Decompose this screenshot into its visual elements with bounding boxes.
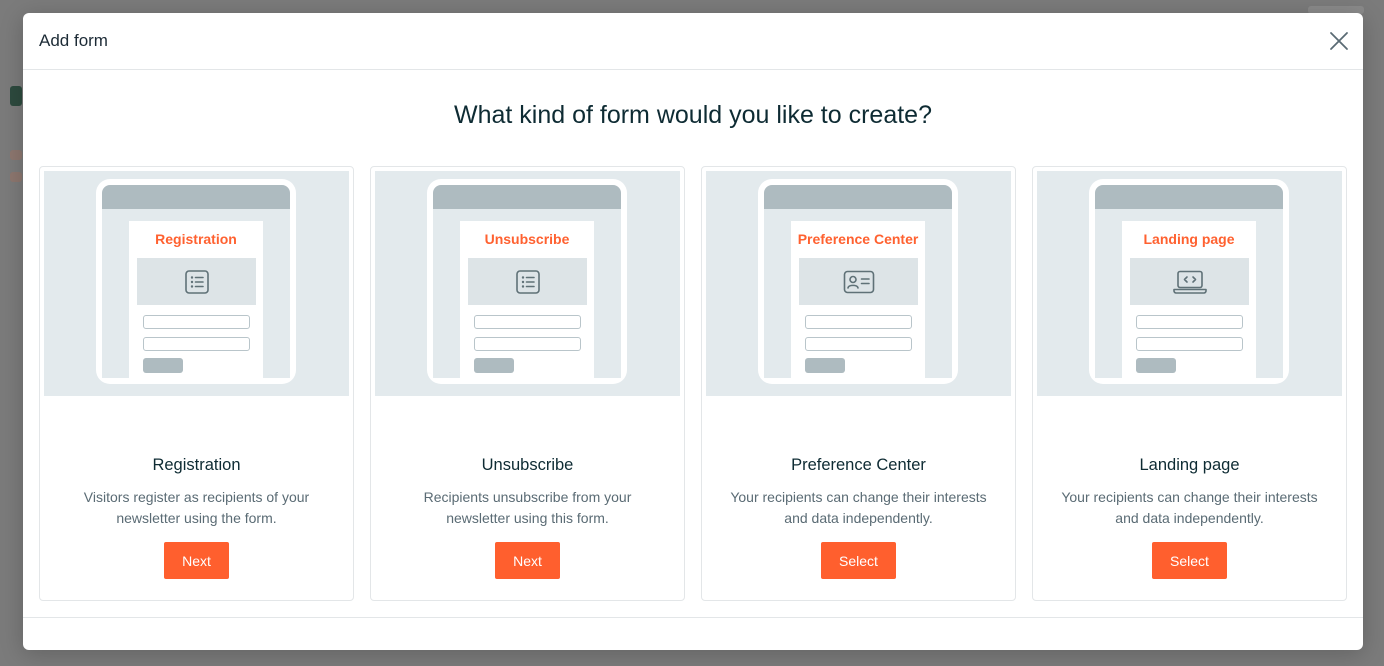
background-app-hint <box>10 86 22 106</box>
form-preview-field <box>1136 337 1243 351</box>
add-form-modal: Add form What kind of form would you lik… <box>23 13 1363 650</box>
form-preview-image <box>799 258 918 305</box>
device-frame: Registration <box>96 179 296 384</box>
form-preview-image <box>1130 258 1249 305</box>
modal-header: Add form <box>23 13 1363 70</box>
card-illustration: Registration <box>44 171 349 396</box>
modal-title: Add form <box>39 31 108 50</box>
form-type-card-unsubscribe[interactable]: Unsubscribe Unsubscribe Recipients unsub… <box>370 166 685 601</box>
list-icon <box>185 270 209 294</box>
preference-center-select-button[interactable]: Select <box>821 542 896 579</box>
form-preview-title: Registration <box>155 231 237 247</box>
card-illustration: Unsubscribe <box>375 171 680 396</box>
form-preview-field <box>143 337 250 351</box>
card-title: Landing page <box>1139 456 1240 474</box>
card-description: Recipients unsubscribe from your newslet… <box>423 489 632 526</box>
form-preview-title: Unsubscribe <box>484 231 570 247</box>
device-screen: Landing page <box>1095 209 1283 378</box>
close-button[interactable] <box>1327 29 1351 53</box>
laptop-code-icon <box>1173 270 1207 294</box>
form-type-card-registration[interactable]: Registration Registration Visitors regis… <box>39 166 354 601</box>
card-description: Your recipients can change their interes… <box>730 489 987 526</box>
form-preview-button <box>474 358 514 373</box>
device-top-bar <box>102 185 290 209</box>
device-frame: Unsubscribe <box>427 179 627 384</box>
form-preview-field <box>474 315 581 329</box>
contact-card-icon <box>843 270 875 294</box>
form-type-card-landing-page[interactable]: Landing page Landing page Your recipient… <box>1032 166 1347 601</box>
registration-next-button[interactable]: Next <box>164 542 229 579</box>
form-preview-title: Landing page <box>1143 231 1235 247</box>
background-app-hint <box>10 172 22 182</box>
landing-page-select-button[interactable]: Select <box>1152 542 1227 579</box>
form-preview-field <box>143 315 250 329</box>
card-illustration: Landing page <box>1037 171 1342 396</box>
unsubscribe-next-button[interactable]: Next <box>495 542 560 579</box>
form-preview: Registration <box>129 221 263 378</box>
form-preview-button <box>805 358 845 373</box>
card-illustration: Preference Center <box>706 171 1011 396</box>
background-app-hint <box>10 150 22 160</box>
device-frame: Preference Center <box>758 179 958 384</box>
modal-heading: What kind of form would you like to crea… <box>453 101 932 129</box>
form-preview-field <box>474 337 581 351</box>
list-icon <box>516 270 540 294</box>
device-top-bar <box>764 185 952 209</box>
card-title: Unsubscribe <box>481 456 574 474</box>
form-type-card-preference-center[interactable]: Preference Center Preference Center Your… <box>701 166 1016 601</box>
close-icon <box>1330 32 1348 50</box>
modal-footer <box>23 617 1363 650</box>
form-preview-button <box>1136 358 1176 373</box>
form-preview-title: Preference Center <box>797 231 919 247</box>
card-description: Visitors register as recipients of your … <box>83 489 310 526</box>
device-frame: Landing page <box>1089 179 1289 384</box>
form-type-cards: Registration Registration Visitors regis… <box>39 166 1347 601</box>
form-preview-field <box>805 315 912 329</box>
form-preview: Landing page <box>1122 221 1256 378</box>
form-preview-button <box>143 358 183 373</box>
card-title: Registration <box>152 456 241 474</box>
form-preview-field <box>805 337 912 351</box>
card-title: Preference Center <box>791 456 926 474</box>
device-screen: Registration <box>102 209 290 378</box>
form-preview-image <box>468 258 587 305</box>
form-preview: Preference Center <box>791 221 925 378</box>
device-screen: Preference Center <box>764 209 952 378</box>
form-preview: Unsubscribe <box>460 221 594 378</box>
card-description: Your recipients can change their interes… <box>1061 489 1318 526</box>
device-screen: Unsubscribe <box>433 209 621 378</box>
device-top-bar <box>1095 185 1283 209</box>
device-top-bar <box>433 185 621 209</box>
form-preview-field <box>1136 315 1243 329</box>
form-preview-image <box>137 258 256 305</box>
